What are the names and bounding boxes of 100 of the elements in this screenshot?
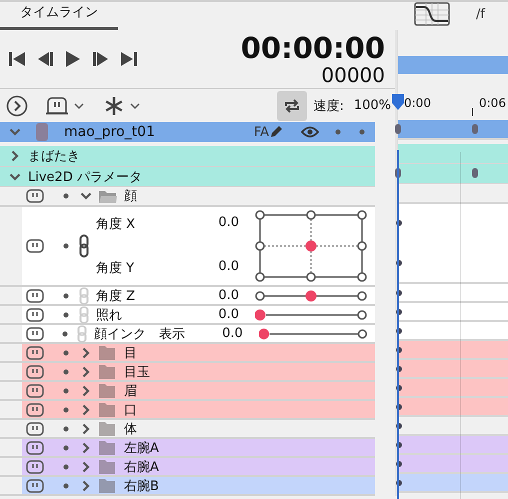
track-row[interactable] (398, 360, 508, 377)
face-toggle-icon[interactable] (26, 364, 44, 378)
face-toggle-icon[interactable] (26, 440, 44, 454)
parameter-value[interactable]: 0.0 (184, 326, 243, 341)
curve-graph-icon[interactable] (414, 2, 450, 26)
face-toggle-icon[interactable] (26, 478, 44, 492)
dot-icon[interactable] (63, 243, 69, 249)
folder-row[interactable]: 眉 (22, 382, 375, 399)
folder-icon (98, 344, 116, 360)
track-row[interactable] (398, 474, 508, 491)
caret-icon[interactable] (74, 102, 84, 108)
track-row[interactable] (398, 120, 508, 138)
face-toggle-icon[interactable] (46, 96, 68, 114)
chevron-right-icon[interactable] (11, 150, 19, 162)
parameter-value[interactable]: 0.0 (179, 259, 239, 277)
chevron-right-icon[interactable] (82, 442, 90, 454)
folder-row[interactable]: 右腕A (22, 458, 375, 475)
face-toggle-icon[interactable] (26, 326, 44, 340)
folder-row[interactable]: 右腕B (22, 477, 375, 494)
dot-icon[interactable] (63, 350, 69, 356)
face-toggle-icon[interactable] (26, 460, 44, 474)
pencil-icon[interactable] (269, 125, 283, 139)
track-row[interactable] (398, 379, 508, 396)
face-toggle-icon[interactable] (26, 288, 44, 302)
dot-icon[interactable] (63, 482, 69, 488)
group-row[interactable]: まばたき (0, 146, 375, 166)
parameter-value[interactable]: 0.0 (179, 288, 239, 303)
keyframe-marker[interactable] (395, 124, 401, 134)
loop-button[interactable] (277, 90, 308, 120)
rate-label[interactable]: /f (476, 6, 485, 22)
dot-icon[interactable] (335, 129, 341, 135)
face-toggle-icon[interactable] (26, 384, 44, 398)
face-toggle-icon[interactable] (26, 346, 44, 360)
play-icon[interactable] (64, 50, 82, 68)
chevron-right-icon[interactable] (82, 384, 90, 396)
parameter-pad[interactable] (255, 210, 367, 282)
chevron-right-icon[interactable] (82, 422, 90, 434)
slider-track[interactable] (255, 290, 367, 300)
timeline-tab[interactable]: タイムライン (0, 3, 118, 30)
face-toggle-icon[interactable] (26, 402, 44, 416)
face-toggle-icon[interactable] (26, 308, 44, 322)
folder-row[interactable]: 目 (22, 344, 375, 361)
face-toggle-icon[interactable] (26, 239, 44, 253)
track-row[interactable] (398, 144, 508, 163)
dot-icon[interactable] (63, 312, 69, 318)
dot-icon[interactable] (359, 129, 365, 135)
chevron-right-icon[interactable] (82, 404, 90, 416)
track-row[interactable] (398, 398, 508, 415)
folder-row[interactable]: 口 (22, 401, 375, 418)
dot-icon[interactable] (63, 193, 69, 199)
parameter-value[interactable]: 0.0 (179, 307, 239, 322)
keyframe-marker[interactable] (472, 168, 478, 178)
snowflake-icon[interactable] (104, 96, 124, 116)
skip-to-end-icon[interactable] (120, 50, 138, 68)
slider-thumb[interactable] (306, 290, 316, 301)
track-row[interactable] (398, 436, 508, 453)
chevron-right-icon[interactable] (82, 460, 90, 472)
chevron-right-icon[interactable] (82, 346, 90, 358)
dot-icon[interactable] (63, 368, 69, 374)
track-row[interactable] (398, 284, 508, 301)
parameter-value[interactable]: 0.0 (179, 215, 239, 233)
track-row[interactable] (398, 164, 508, 183)
flag-label[interactable]: FA (254, 124, 269, 140)
folder-label: 目 (124, 344, 137, 362)
folder-row[interactable]: 目玉 (22, 363, 375, 380)
skip-to-start-icon[interactable] (8, 50, 26, 68)
chevron-right-icon[interactable] (82, 480, 90, 492)
group-row[interactable]: Live2D パラメータ (0, 167, 375, 186)
slider-thumb[interactable] (258, 328, 269, 339)
step-back-icon[interactable] (36, 50, 54, 68)
dot-icon[interactable] (63, 406, 69, 412)
chevron-down-icon[interactable] (9, 128, 21, 136)
keyframe-marker[interactable] (472, 124, 478, 134)
dot-icon[interactable] (63, 292, 69, 298)
eye-icon[interactable] (301, 126, 319, 138)
folder-row[interactable]: 左腕A (22, 439, 375, 456)
dot-icon[interactable] (63, 426, 69, 432)
slider-thumb[interactable] (255, 309, 266, 320)
link-icon[interactable] (79, 234, 89, 258)
track-row[interactable] (398, 322, 508, 339)
face-toggle-icon[interactable] (26, 422, 44, 436)
track-row[interactable] (398, 455, 508, 472)
track-row[interactable] (398, 204, 508, 282)
playhead-marker[interactable] (392, 94, 404, 110)
circle-chevron-icon[interactable] (6, 94, 28, 116)
track-row[interactable] (398, 341, 508, 358)
dot-icon[interactable] (62, 330, 68, 336)
dot-icon[interactable] (63, 464, 69, 470)
step-forward-icon[interactable] (92, 50, 110, 68)
dot-icon[interactable] (63, 388, 69, 394)
track-row[interactable] (398, 303, 508, 320)
face-toggle-icon[interactable] (26, 189, 44, 203)
model-row[interactable]: mao_pro_t01 FA (0, 122, 375, 142)
dot-icon[interactable] (63, 444, 69, 450)
speed-value[interactable]: 100% (354, 98, 391, 113)
chevron-down-icon[interactable] (80, 192, 92, 200)
pad-thumb[interactable] (306, 240, 316, 252)
caret-icon[interactable] (130, 102, 140, 108)
chevron-down-icon[interactable] (9, 172, 21, 180)
chevron-right-icon[interactable] (82, 366, 90, 378)
